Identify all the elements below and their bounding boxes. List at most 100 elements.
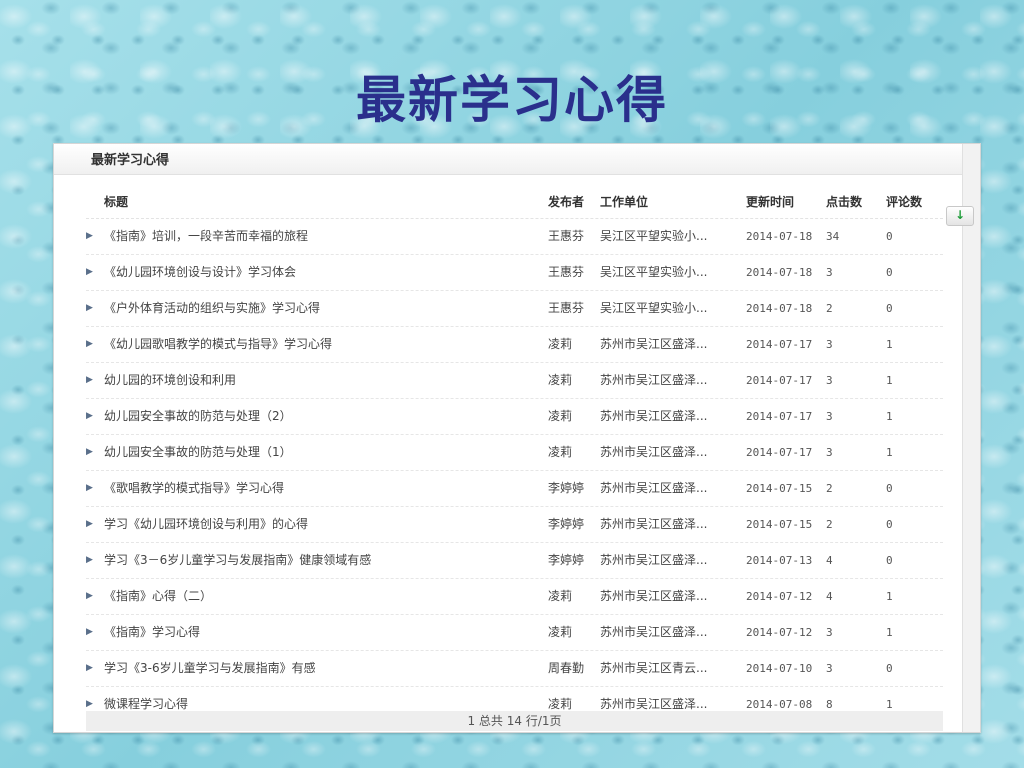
row-bullet-icon: ▶ <box>86 267 93 277</box>
table-row[interactable]: ▶ 《指南》学习心得 凌莉 苏州市吴江区盛泽... 2014-07-12 3 1 <box>86 615 943 651</box>
row-publisher: 周春勤 <box>548 661 585 675</box>
row-comments: 0 <box>886 482 893 495</box>
row-bullet-icon: ▶ <box>86 375 93 385</box>
row-org: 苏州市吴江区青云... <box>600 661 708 675</box>
column-header-org[interactable]: 工作单位 <box>600 186 745 218</box>
row-clicks: 2 <box>826 482 833 495</box>
row-date: 2014-07-18 <box>746 302 813 315</box>
table-row[interactable]: ▶ 学习《幼儿园环境创设与利用》的心得 李婷婷 苏州市吴江区盛泽... 2014-07-… <box>86 507 943 543</box>
column-header-title[interactable]: 标题 <box>104 186 544 218</box>
row-bullet-icon: ▶ <box>86 231 93 241</box>
table-header: 标题 发布者 工作单位 更新时间 点击数 评论数 <box>86 186 943 219</box>
table-row[interactable]: ▶ 幼儿园安全事故的防范与处理（2） 凌莉 苏州市吴江区盛泽... 2014-07-17… <box>86 399 943 435</box>
column-header-publisher[interactable]: 发布者 <box>548 186 600 218</box>
row-title-link[interactable]: 学习《3－6岁儿童学习与发展指南》健康领域有感 <box>104 543 544 578</box>
row-org: 苏州市吴江区盛泽... <box>600 589 708 603</box>
row-clicks: 3 <box>826 338 833 351</box>
table-row[interactable]: ▶ 《幼儿园歌唱教学的模式与指导》学习心得 凌莉 苏州市吴江区盛泽... 2014-07… <box>86 327 943 363</box>
row-date: 2014-07-18 <box>746 230 813 243</box>
row-title-link[interactable]: 《指南》培训，一段辛苦而幸福的旅程 <box>104 219 544 254</box>
row-title-link[interactable]: 《幼儿园歌唱教学的模式与指导》学习心得 <box>104 327 544 362</box>
row-org: 苏州市吴江区盛泽... <box>600 373 708 387</box>
row-publisher: 凌莉 <box>548 337 573 351</box>
row-clicks: 4 <box>826 590 833 603</box>
row-clicks: 4 <box>826 554 833 567</box>
row-publisher: 王惠芬 <box>548 229 585 243</box>
table-row[interactable]: ▶ 学习《3-6岁儿童学习与发展指南》有感 周春勤 苏州市吴江区青云... 2014-0… <box>86 651 943 687</box>
row-bullet-icon: ▶ <box>86 591 93 601</box>
table-row[interactable]: ▶ 学习《3－6岁儿童学习与发展指南》健康领域有感 李婷婷 苏州市吴江区盛泽... 20… <box>86 543 943 579</box>
table-row[interactable]: ▶ 《歌唱教学的模式指导》学习心得 李婷婷 苏州市吴江区盛泽... 2014-07-15… <box>86 471 943 507</box>
row-publisher: 凌莉 <box>548 409 573 423</box>
row-clicks: 34 <box>826 230 840 243</box>
latest-notes-panel: 最新学习心得 标题 发布者 工作单位 更新时间 点击数 评论数 ▶ 《指南》培训，… <box>53 143 981 733</box>
row-title-link[interactable]: 幼儿园的环境创设和利用 <box>104 363 544 398</box>
row-clicks: 3 <box>826 374 833 387</box>
row-bullet-icon: ▶ <box>86 303 93 313</box>
row-comments: 0 <box>886 230 893 243</box>
row-org: 苏州市吴江区盛泽... <box>600 553 708 567</box>
row-title-link[interactable]: 《幼儿园环境创设与设计》学习体会 <box>104 255 544 290</box>
scroll-down-button[interactable]: ↓ <box>946 206 974 226</box>
row-date: 2014-07-12 <box>746 590 813 603</box>
table-row[interactable]: ▶ 《户外体育活动的组织与实施》学习心得 王惠芬 吴江区平望实验小... 2014-07… <box>86 291 943 327</box>
table-row[interactable]: ▶ 《指南》培训，一段辛苦而幸福的旅程 王惠芬 吴江区平望实验小... 2014-07-… <box>86 219 943 255</box>
row-publisher: 李婷婷 <box>548 517 585 531</box>
row-date: 2014-07-15 <box>746 482 813 495</box>
row-title-link[interactable]: 《指南》心得（二） <box>104 579 544 614</box>
table-row[interactable]: ▶ 幼儿园安全事故的防范与处理（1） 凌莉 苏州市吴江区盛泽... 2014-07-17… <box>86 435 943 471</box>
row-comments: 0 <box>886 662 893 675</box>
row-clicks: 3 <box>826 662 833 675</box>
table-row[interactable]: ▶ 幼儿园的环境创设和利用 凌莉 苏州市吴江区盛泽... 2014-07-17 3 1 <box>86 363 943 399</box>
row-title-link[interactable]: 《户外体育活动的组织与实施》学习心得 <box>104 291 544 326</box>
row-comments: 1 <box>886 446 893 459</box>
row-comments: 1 <box>886 410 893 423</box>
row-publisher: 王惠芬 <box>548 301 585 315</box>
row-bullet-icon: ▶ <box>86 483 93 493</box>
row-publisher: 王惠芬 <box>548 265 585 279</box>
row-comments: 0 <box>886 554 893 567</box>
row-bullet-icon: ▶ <box>86 339 93 349</box>
row-date: 2014-07-13 <box>746 554 813 567</box>
row-title-link[interactable]: 学习《3-6岁儿童学习与发展指南》有感 <box>104 651 544 686</box>
row-org: 吴江区平望实验小... <box>600 229 708 243</box>
table-body: ▶ 《指南》培训，一段辛苦而幸福的旅程 王惠芬 吴江区平望实验小... 2014-07-… <box>86 219 943 723</box>
row-date: 2014-07-12 <box>746 626 813 639</box>
row-publisher: 凌莉 <box>548 625 573 639</box>
row-date: 2014-07-10 <box>746 662 813 675</box>
row-bullet-icon: ▶ <box>86 411 93 421</box>
row-title-link[interactable]: 幼儿园安全事故的防范与处理（2） <box>104 399 544 434</box>
row-comments: 0 <box>886 302 893 315</box>
row-title-link[interactable]: 幼儿园安全事故的防范与处理（1） <box>104 435 544 470</box>
row-title-link[interactable]: 《指南》学习心得 <box>104 615 544 650</box>
row-bullet-icon: ▶ <box>86 663 93 673</box>
row-bullet-icon: ▶ <box>86 555 93 565</box>
row-publisher: 凌莉 <box>548 445 573 459</box>
row-date: 2014-07-15 <box>746 518 813 531</box>
row-date: 2014-07-18 <box>746 266 813 279</box>
scrollbar-track[interactable] <box>962 144 980 732</box>
row-org: 苏州市吴江区盛泽... <box>600 625 708 639</box>
column-header-date[interactable]: 更新时间 <box>746 186 830 218</box>
column-header-comments[interactable]: 评论数 <box>886 186 943 218</box>
row-org: 苏州市吴江区盛泽... <box>600 409 708 423</box>
notes-table: 标题 发布者 工作单位 更新时间 点击数 评论数 ▶ 《指南》培训，一段辛苦而幸福… <box>86 186 943 723</box>
row-org: 吴江区平望实验小... <box>600 301 708 315</box>
page-title: 最新学习心得 <box>356 70 668 129</box>
table-row[interactable]: ▶ 《指南》心得（二） 凌莉 苏州市吴江区盛泽... 2014-07-12 4 1 <box>86 579 943 615</box>
row-bullet-icon: ▶ <box>86 627 93 637</box>
column-header-clicks[interactable]: 点击数 <box>826 186 876 218</box>
row-comments: 0 <box>886 266 893 279</box>
row-comments: 0 <box>886 518 893 531</box>
row-org: 苏州市吴江区盛泽... <box>600 517 708 531</box>
row-bullet-icon: ▶ <box>86 447 93 457</box>
row-org: 苏州市吴江区盛泽... <box>600 481 708 495</box>
row-comments: 1 <box>886 374 893 387</box>
row-date: 2014-07-17 <box>746 338 813 351</box>
row-title-link[interactable]: 学习《幼儿园环境创设与利用》的心得 <box>104 507 544 542</box>
row-date: 2014-07-17 <box>746 374 813 387</box>
row-date: 2014-07-17 <box>746 446 813 459</box>
row-clicks: 2 <box>826 518 833 531</box>
row-title-link[interactable]: 《歌唱教学的模式指导》学习心得 <box>104 471 544 506</box>
table-row[interactable]: ▶ 《幼儿园环境创设与设计》学习体会 王惠芬 吴江区平望实验小... 2014-07-1… <box>86 255 943 291</box>
